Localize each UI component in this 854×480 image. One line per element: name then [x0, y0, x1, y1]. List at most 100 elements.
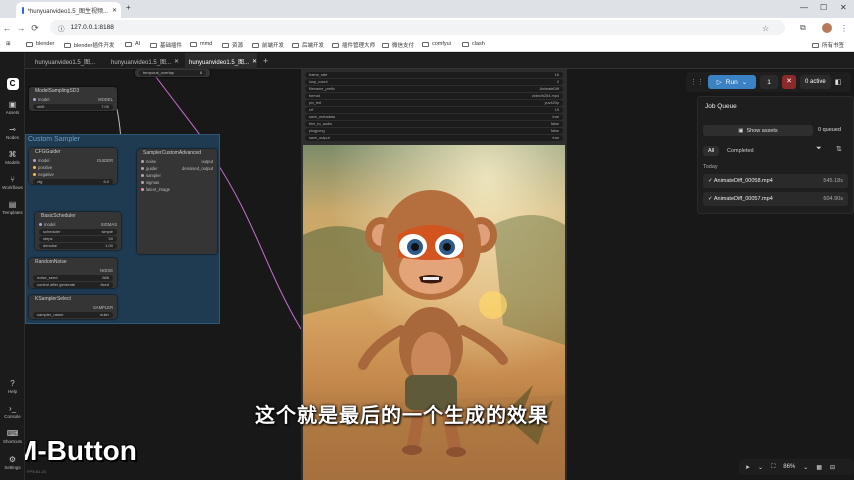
address-bar[interactable]: ⓘ 127.0.0.1:8188 [50, 20, 785, 35]
bookmark-plugin-manager[interactable]: 插件管理大师 [332, 41, 375, 49]
control-after-generate-widget[interactable]: control after generate fixed [33, 282, 113, 288]
node-ksampler-select[interactable]: KSamplerSelect SAMPLER sampler_name euler [29, 295, 117, 319]
extensions-icon[interactable]: ⧉ [800, 23, 806, 33]
node-model-sampling[interactable]: ModelSamplingSD3 model MODEL shift 7.00 [29, 87, 117, 111]
node-cfg-guider[interactable]: CFGGuider model GUIDER positive negative … [29, 148, 117, 185]
workflow-tab[interactable]: hunyuanvideo1.5_图... [31, 53, 95, 69]
trim-to-audio-toggle[interactable]: trim_to_audio false [305, 121, 563, 127]
job-item[interactable]: ✓ AnimateDiff_00058.mp4 545.18s [703, 174, 848, 188]
input-negative[interactable]: negative [33, 171, 54, 178]
all-bookmarks[interactable]: 所有书签 [812, 41, 844, 49]
pingpong-toggle[interactable]: pingpong false [305, 128, 563, 134]
sidebar-item-shortcuts[interactable]: ⌨ Shortcuts [0, 429, 25, 444]
new-workflow-icon[interactable]: + [259, 53, 269, 69]
format-widget[interactable]: format video/h264-mp4 [305, 93, 563, 99]
node-random-noise[interactable]: RandomNoise NOISE noise_seed 666 control … [29, 258, 117, 288]
forward-icon[interactable]: → [14, 23, 28, 33]
sidebar-item-templates[interactable]: ▤ Templates [0, 200, 25, 215]
node-canvas[interactable]: temporal_overlap 8 ModelSamplingSD3 model… [25, 69, 854, 480]
apps-icon[interactable]: ⊞ [6, 41, 11, 47]
stop-button[interactable]: ✕ [782, 75, 796, 89]
output-guider[interactable]: GUIDER [97, 157, 113, 164]
input-sampler[interactable]: sampler [141, 172, 161, 179]
bookmark-comfyui[interactable]: comfyui [422, 41, 451, 47]
profile-avatar[interactable] [822, 23, 832, 33]
save-output-toggle[interactable]: save_output true [305, 135, 563, 141]
bookmark-blender-plugin[interactable]: blender插件开发 [64, 41, 114, 49]
sidebar-item-console[interactable]: ›_ Console [0, 404, 25, 419]
site-info-icon[interactable]: ⓘ [58, 23, 65, 33]
output-output[interactable]: output [201, 158, 213, 165]
save-metadata-toggle[interactable]: save_metadata true [305, 114, 563, 120]
input-sigmas[interactable]: sigmas [141, 179, 159, 186]
video-preview[interactable] [303, 145, 565, 480]
scheduler-widget[interactable]: scheduler simple [39, 229, 117, 235]
close-window-icon[interactable]: ✕ [840, 3, 847, 12]
reload-icon[interactable]: ⟳ [28, 23, 42, 34]
workflow-tab[interactable]: hunyuanvideo1.5_图... ✕ [107, 53, 179, 69]
maximize-icon[interactable]: ☐ [820, 3, 827, 12]
output-sigmas[interactable]: SIGMAS [101, 221, 117, 228]
minimize-icon[interactable]: — [800, 3, 808, 12]
input-noise[interactable]: noise [141, 158, 156, 165]
workflow-tab-active[interactable]: hunyuanvideo1.5_图... ✕ [185, 53, 257, 69]
output-sampler[interactable]: SAMPLER [93, 304, 113, 311]
sidebar-item-help[interactable]: ? Help [0, 379, 25, 394]
noise-seed-widget[interactable]: noise_seed 666 [33, 275, 113, 281]
cfg-widget[interactable]: cfg 6.0 [33, 179, 113, 185]
output-denoised[interactable]: denoised_output [182, 165, 213, 172]
select-tool-icon[interactable]: ➤ [745, 464, 750, 471]
input-latent-image[interactable]: latent_image [141, 186, 170, 193]
fit-view-icon[interactable]: ⛶ [771, 464, 775, 471]
pix-fmt-widget[interactable]: pix_fmt yuv420p [305, 100, 563, 106]
steps-widget[interactable]: steps 50 [39, 236, 117, 242]
chevron-down-icon[interactable]: ⌄ [758, 464, 763, 471]
node-basic-scheduler[interactable]: BasicScheduler model SIGMAS scheduler simp… [35, 212, 121, 250]
bookmark-backend[interactable]: 后端开发 [292, 41, 324, 49]
frame-rate-widget[interactable]: frame_rate 16 [305, 72, 563, 78]
sidebar-item-nodes[interactable]: ⊸ Nodes [0, 125, 25, 140]
show-assets-button[interactable]: ▣ Show assets [703, 125, 813, 136]
bookmark-resources[interactable]: 资源 [222, 41, 243, 49]
bookmark-blender[interactable]: blender [26, 41, 54, 47]
sampler-name-widget[interactable]: sampler_name euler [33, 312, 113, 318]
input-guider[interactable]: guider [141, 165, 158, 172]
bookmark-mmd[interactable]: mmd [190, 41, 212, 47]
browser-tab-comfyui[interactable]: *hunyuanvideo1.5_图生视频... ✕ [16, 2, 121, 18]
active-jobs-button[interactable]: 0 active [800, 75, 831, 89]
link-visibility-icon[interactable]: ⊟ [830, 464, 835, 471]
batch-count-input[interactable]: 1 [760, 75, 778, 89]
sidebar-item-assets[interactable]: ▣ Assets [0, 100, 25, 115]
bookmark-frontend[interactable]: 前端开发 [252, 41, 284, 49]
bookmark-wechat-pay[interactable]: 微信支付 [382, 41, 414, 49]
sidebar-item-models[interactable]: ⌘ Models [0, 150, 25, 165]
bookmark-ai[interactable]: AI [125, 41, 140, 47]
output-noise[interactable]: NOISE [100, 267, 113, 274]
filter-icon[interactable]: ⏷ [816, 145, 822, 153]
node-sampler-custom-advanced[interactable]: SamplerCustomAdvanced noise output guider… [137, 149, 217, 254]
input-positive[interactable]: positive [33, 164, 52, 171]
sort-icon[interactable]: ⇅ [836, 145, 842, 153]
close-icon[interactable]: ✕ [174, 58, 179, 65]
chevron-down-icon[interactable]: ⌄ [803, 464, 808, 471]
denoise-widget[interactable]: denoise 1.00 [39, 243, 117, 249]
sidebar-item-settings[interactable]: ⚙ Settings [0, 455, 25, 470]
input-model[interactable]: model [33, 96, 49, 103]
minimap-icon[interactable]: ▦ [816, 464, 822, 471]
chevron-down-icon[interactable]: ⌄ [742, 78, 747, 86]
comfy-logo[interactable]: C [0, 78, 25, 91]
menu-icon[interactable]: ⋮ [840, 24, 848, 33]
filter-completed-tab[interactable]: Completed [722, 146, 759, 156]
input-model[interactable]: model [33, 157, 49, 164]
drag-handle-icon[interactable]: ⋮⋮ [690, 78, 704, 86]
new-tab-icon[interactable]: + [126, 3, 131, 12]
zoom-level[interactable]: 86% [783, 464, 795, 470]
filter-all-tab[interactable]: All [703, 146, 720, 156]
crf-widget[interactable]: crf 19 [305, 107, 563, 113]
job-item[interactable]: ✓ AnimateDiff_00057.mp4 604.90s [703, 192, 848, 206]
input-model[interactable]: model [39, 221, 55, 228]
loop-count-widget[interactable]: loop_count 0 [305, 79, 563, 85]
panel-toggle-icon[interactable]: ◧ [835, 78, 842, 86]
close-tab-icon[interactable]: ✕ [112, 7, 117, 14]
bookmark-clash[interactable]: clash [462, 41, 485, 47]
